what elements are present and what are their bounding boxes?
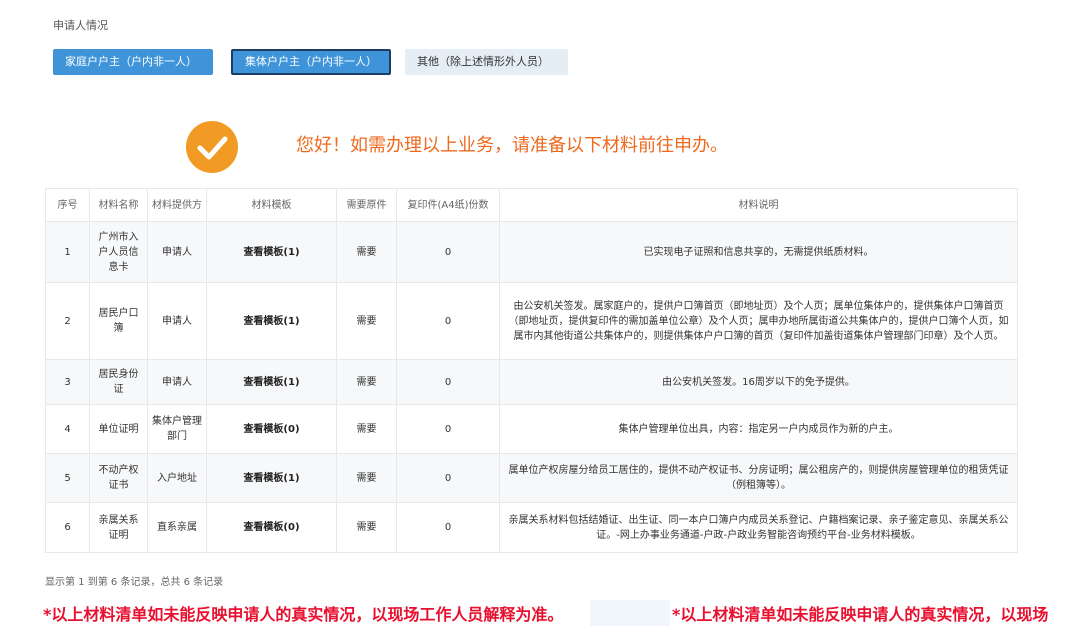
disclaimer-text: *以上材料清单如未能反映申请人的真实情况，以现场工作人员解释为准。 [43, 605, 564, 624]
header-name[interactable]: 材料名称 [89, 188, 148, 222]
row-original: 需要 [336, 221, 397, 283]
row-provider: 入户地址 [147, 453, 207, 503]
view-template-link[interactable]: 查看模板(1) [206, 221, 337, 283]
pagination-info: 显示第 1 到第 6 条记录，总共 6 条记录 [45, 577, 224, 588]
row-desc: 亲属关系材料包括结婚证、出生证、同一本户口簿户内成员关系登记、户籍档案记录、亲子… [499, 502, 1018, 553]
row-desc: 由公安机关签发。16周岁以下的免予提供。 [499, 359, 1018, 405]
row-original: 需要 [336, 359, 397, 405]
header-provider[interactable]: 材料提供方 [147, 188, 207, 222]
option-family-household-head-button[interactable]: 家庭户户主（户内非一人） [53, 49, 213, 75]
header-template[interactable]: 材料模板 [206, 188, 337, 222]
header-original[interactable]: 需要原件 [336, 188, 397, 222]
row-name: 广州市入户人员信息卡 [89, 221, 148, 283]
row-copies: 0 [396, 359, 500, 405]
row-provider: 申请人 [147, 282, 207, 360]
row-original: 需要 [336, 502, 397, 553]
disclaimer-marquee: *以上材料清单如未能反映申请人的真实情况，以现场工作人员解释为准。 *以上材料清… [0, 600, 1080, 626]
disclaimer-text-repeat: *以上材料清单如未能反映申请人的真实情况，以现场 [672, 605, 1049, 624]
row-copies: 0 [396, 221, 500, 283]
row-no: 2 [45, 282, 90, 360]
row-name: 单位证明 [89, 404, 148, 454]
table-row: 1 广州市入户人员信息卡 申请人 查看模板(1) 需要 0 已实现电子证照和信息… [45, 221, 1018, 283]
marquee-gap [590, 600, 670, 626]
row-copies: 0 [396, 502, 500, 553]
row-copies: 0 [396, 282, 500, 360]
view-template-link[interactable]: 查看模板(0) [206, 404, 337, 454]
table-row: 6 亲属关系证明 直系亲属 查看模板(0) 需要 0 亲属关系材料包括结婚证、出… [45, 502, 1018, 553]
row-original: 需要 [336, 404, 397, 454]
row-desc: 集体户管理单位出具，内容：指定另一户内成员作为新的户主。 [499, 404, 1018, 454]
row-provider: 申请人 [147, 359, 207, 405]
row-copies: 0 [396, 453, 500, 503]
row-original: 需要 [336, 282, 397, 360]
view-template-link[interactable]: 查看模板(0) [206, 502, 337, 553]
row-name: 不动产权证书 [89, 453, 148, 503]
row-desc: 属单位产权房屋分给员工居住的，提供不动产权证书、分房证明；属公租房产的，则提供房… [499, 453, 1018, 503]
table-header-row: 序号 材料名称 材料提供方 材料模板 需要原件 复印件(A4纸)份数 材料说明 [45, 188, 1018, 222]
row-desc: 由公安机关签发。属家庭户的，提供户口簿首页（即地址页）及个人页；属单位集体户的，… [499, 282, 1018, 360]
row-no: 1 [45, 221, 90, 283]
row-provider: 申请人 [147, 221, 207, 283]
row-name: 居民身份证 [89, 359, 148, 405]
row-provider: 直系亲属 [147, 502, 207, 553]
option-collective-household-head-button[interactable]: 集体户户主（户内非一人） [231, 49, 391, 75]
table-row: 4 单位证明 集体户管理部门 查看模板(0) 需要 0 集体户管理单位出具，内容… [45, 404, 1018, 454]
view-template-link[interactable]: 查看模板(1) [206, 453, 337, 503]
table-row: 3 居民身份证 申请人 查看模板(1) 需要 0 由公安机关签发。16周岁以下的… [45, 359, 1018, 405]
row-provider: 集体户管理部门 [147, 404, 207, 454]
header-copies[interactable]: 复印件(A4纸)份数 [396, 188, 500, 222]
header-no[interactable]: 序号 [45, 188, 90, 222]
header-desc[interactable]: 材料说明 [499, 188, 1018, 222]
row-no: 5 [45, 453, 90, 503]
table-row: 2 居民户口簿 申请人 查看模板(1) 需要 0 由公安机关签发。属家庭户的，提… [45, 282, 1018, 360]
row-original: 需要 [336, 453, 397, 503]
row-name: 居民户口簿 [89, 282, 148, 360]
row-name: 亲属关系证明 [89, 502, 148, 553]
view-template-link[interactable]: 查看模板(1) [206, 282, 337, 360]
check-circle-icon [186, 121, 238, 173]
view-template-link[interactable]: 查看模板(1) [206, 359, 337, 405]
row-desc: 已实现电子证照和信息共享的，无需提供纸质材料。 [499, 221, 1018, 283]
materials-table: 序号 材料名称 材料提供方 材料模板 需要原件 复印件(A4纸)份数 材料说明 … [45, 188, 1018, 553]
row-no: 6 [45, 502, 90, 553]
notice-text: 您好！如需办理以上业务，请准备以下材料前往申办。 [296, 135, 728, 156]
section-label: 申请人情况 [53, 19, 108, 32]
row-no: 3 [45, 359, 90, 405]
table-row: 5 不动产权证书 入户地址 查看模板(1) 需要 0 属单位产权房屋分给员工居住… [45, 453, 1018, 503]
row-copies: 0 [396, 404, 500, 454]
option-other-button[interactable]: 其他（除上述情形外人员） [405, 49, 568, 75]
row-no: 4 [45, 404, 90, 454]
